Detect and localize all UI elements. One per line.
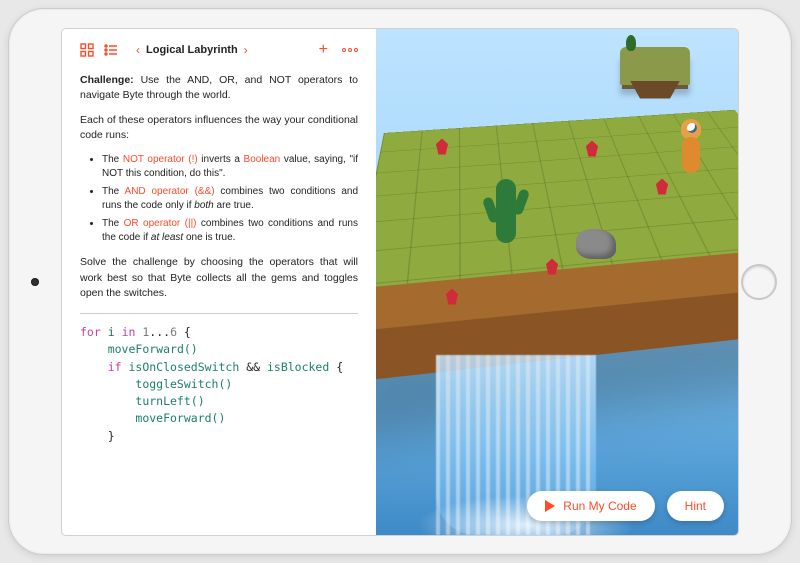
challenge-text: Challenge: Use the AND, OR, and NOT oper… <box>80 73 358 103</box>
lesson-nav: ‹ Logical Labyrinth › <box>136 43 248 57</box>
more-icon[interactable] <box>342 41 358 59</box>
ipad-frame: ‹ Logical Labyrinth › + Challenge: Use t… <box>8 8 792 555</box>
lesson-title: Logical Labyrinth <box>146 44 238 56</box>
run-code-label: Run My Code <box>563 499 636 513</box>
plus-icon[interactable]: + <box>319 41 328 59</box>
list-item: The OR operator (||) combines two condit… <box>102 217 358 245</box>
operator-list: The NOT operator (!) inverts a Boolean v… <box>102 153 358 245</box>
code-editor[interactable]: for i in 1...6 { moveForward() if isOnCl… <box>80 324 358 445</box>
byte-character <box>678 119 704 173</box>
camera-dot <box>31 278 39 286</box>
list-item: The NOT operator (!) inverts a Boolean v… <box>102 153 358 181</box>
toolbar: ‹ Logical Labyrinth › + <box>80 41 358 59</box>
app-screen: ‹ Logical Labyrinth › + Challenge: Use t… <box>62 29 738 535</box>
hint-label: Hint <box>685 499 706 513</box>
game-world: Run My Code Hint <box>376 29 738 535</box>
home-button[interactable] <box>741 264 777 300</box>
chevron-right-icon[interactable]: › <box>244 43 248 57</box>
hint-button[interactable]: Hint <box>667 491 724 521</box>
list-item: The AND operator (&&) combines two condi… <box>102 185 358 213</box>
instructions-content: Challenge: Use the AND, OR, and NOT oper… <box>80 73 358 445</box>
list-icon[interactable] <box>104 43 118 57</box>
divider <box>80 313 358 314</box>
cactus <box>496 179 516 243</box>
action-bar: Run My Code Hint <box>527 491 724 521</box>
intro-text: Each of these operators influences the w… <box>80 113 358 143</box>
instructions-pane: ‹ Logical Labyrinth › + Challenge: Use t… <box>62 29 376 535</box>
chevron-left-icon[interactable]: ‹ <box>136 43 140 57</box>
grid-icon[interactable] <box>80 43 94 57</box>
floating-island <box>620 47 690 85</box>
play-icon <box>545 500 555 512</box>
rock <box>576 229 616 259</box>
outro-text: Solve the challenge by choosing the oper… <box>80 255 358 301</box>
run-code-button[interactable]: Run My Code <box>527 491 654 521</box>
